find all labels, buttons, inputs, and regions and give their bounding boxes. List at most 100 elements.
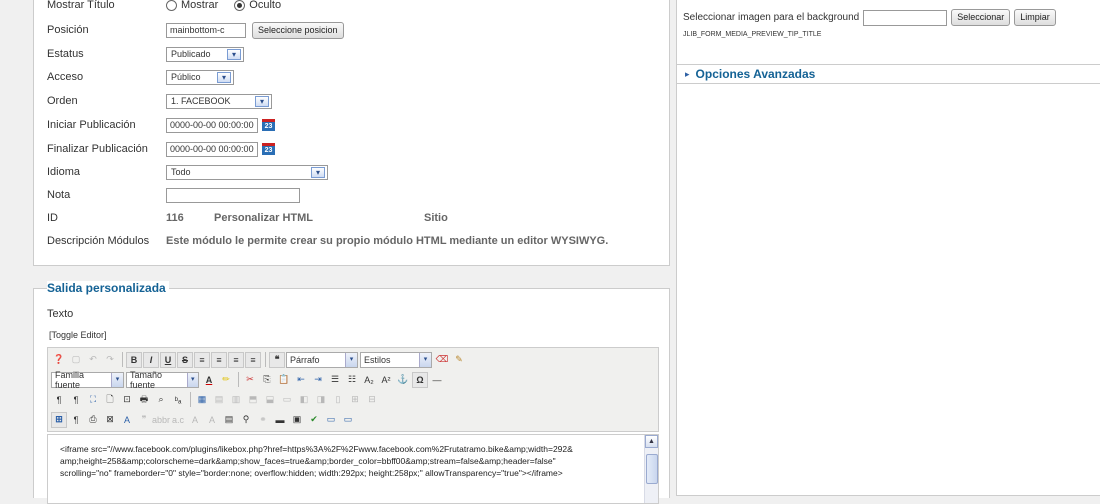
print-icon[interactable]: 🖶 — [136, 392, 152, 408]
publish-up-input[interactable]: 0000-00-00 00:00:00 — [166, 117, 258, 133]
subscript-icon[interactable]: A₂ — [361, 372, 377, 388]
styles-select[interactable]: Estilos ▾ — [360, 351, 432, 368]
nota-input[interactable] — [166, 187, 300, 203]
publish-down-input[interactable]: 0000-00-00 00:00:00 — [166, 141, 258, 157]
new-document-icon[interactable]: ▢ — [68, 352, 84, 368]
bullet-list-icon[interactable]: ☷ — [344, 372, 360, 388]
link-icon[interactable]: ⚭ — [255, 412, 271, 428]
background-input[interactable] — [863, 9, 948, 26]
align-right-icon[interactable]: ≡ — [228, 351, 244, 368]
insertion-icon[interactable]: A — [204, 412, 220, 428]
split-cells-icon[interactable]: ⊞ — [347, 392, 363, 408]
italic-icon[interactable]: I — [143, 351, 159, 368]
attributes-icon[interactable]: ▤ — [221, 412, 237, 428]
module-site: Sitio — [424, 212, 448, 224]
acronym-icon[interactable]: a.c — [170, 412, 186, 428]
copy-icon[interactable]: ⎘ — [259, 372, 275, 388]
replace-icon[interactable]: ᵇₐ — [170, 392, 186, 408]
idioma-select[interactable]: Todo ▾ — [166, 164, 328, 180]
align-center-icon[interactable]: ≡ — [211, 351, 227, 368]
calendar-icon[interactable]: 23 — [262, 119, 275, 131]
format-select[interactable]: Párrafo ▾ — [286, 351, 358, 368]
toolbar-row-1: ❓ ▢ ↶ ↷ B I U S ≡ ≡ ≡ ≡ ❝ Párrafo ▾ Estil… — [51, 350, 468, 369]
eraser-icon[interactable]: ⌫ — [434, 352, 450, 368]
cite-icon[interactable]: ❞ — [136, 412, 152, 428]
descripcion-label: Descripción Módulos — [47, 235, 150, 247]
underline-icon[interactable]: U — [160, 351, 176, 368]
module-description: Este módulo le permite crear su propio m… — [166, 235, 609, 247]
row-props-icon[interactable]: ▤ — [211, 392, 227, 408]
font-size-select[interactable]: Tamaño fuente ▾ — [126, 370, 199, 390]
anchor-icon[interactable]: ⚓ — [395, 372, 411, 388]
estatus-select[interactable]: Publicado ▾ — [166, 46, 244, 62]
abs-position-icon[interactable]: ⊠ — [102, 412, 118, 428]
rtl-icon[interactable]: ¶ — [68, 392, 84, 408]
pagebreak-icon[interactable]: ▭ — [323, 412, 339, 428]
editor-scrollbar[interactable]: ▲ — [644, 435, 658, 503]
scroll-up-icon[interactable]: ▲ — [645, 435, 658, 448]
abbreviation-icon[interactable]: abbr — [152, 412, 170, 428]
font-family-select[interactable]: Familia fuente ▾ — [51, 370, 124, 390]
acceso-select[interactable]: Público ▾ — [166, 69, 234, 85]
fullscreen-icon[interactable]: ⛶ — [85, 392, 101, 408]
merge-cells-icon[interactable]: ⊟ — [364, 392, 380, 408]
media-icon[interactable]: ▬ — [272, 412, 288, 428]
style-props-icon[interactable]: A — [119, 412, 135, 428]
row-after-icon[interactable]: ⬓ — [262, 392, 278, 408]
non-breaking-icon[interactable]: ⚲ — [238, 412, 254, 428]
toolbar-row-3: ¶ ¶ ⛶ 🗋 ⊡ 🖶 ⌕ ᵇₐ ▦ ▤ ▥ ⬒ ⬓ ▭ ◧ ◨ ▯ ⊞ ⊟ — [51, 390, 381, 409]
ltr-icon[interactable]: ¶ — [51, 392, 67, 408]
table-icon[interactable]: ▦ — [194, 392, 210, 408]
superscript-icon[interactable]: A² — [378, 372, 394, 388]
search-icon[interactable]: ⌕ — [153, 392, 169, 408]
outdent-icon[interactable]: ⇤ — [293, 372, 309, 388]
readmore-icon[interactable]: ▭ — [340, 412, 356, 428]
insert-layer-icon[interactable]: ⎙ — [85, 412, 101, 428]
cell-props-icon[interactable]: ▥ — [228, 392, 244, 408]
advanced-options-toggle[interactable]: ▸ Opciones Avanzadas — [677, 64, 1100, 84]
cleanup-broom-icon[interactable]: ✎ — [451, 352, 467, 368]
spellcheck-icon[interactable]: ✔ — [306, 412, 322, 428]
numbered-list-icon[interactable]: ☰ — [327, 372, 343, 388]
undo-icon[interactable]: ↶ — [85, 352, 101, 368]
orden-select[interactable]: 1. FACEBOOK ▾ — [166, 93, 272, 109]
horizontal-rule-icon[interactable]: — — [429, 372, 445, 388]
bold-icon[interactable]: B — [126, 351, 142, 368]
image-icon[interactable]: ▣ — [289, 412, 305, 428]
hide-title-radio[interactable] — [234, 0, 246, 11]
posicion-input[interactable]: mainbottom-c — [166, 22, 246, 38]
paste-icon[interactable]: 📋 — [276, 372, 292, 388]
delete-col-icon[interactable]: ▯ — [330, 392, 346, 408]
show-blocks-icon[interactable]: ¶ — [68, 412, 84, 428]
delete-row-icon[interactable]: ▭ — [279, 392, 295, 408]
toggle-editor-link[interactable]: [Toggle Editor] — [49, 330, 107, 340]
select-position-button[interactable]: Seleccione posicion — [252, 21, 344, 39]
select-image-button[interactable]: Seleccionar — [951, 9, 1011, 26]
scroll-thumb[interactable] — [646, 454, 658, 484]
chevron-down-icon: ▾ — [419, 352, 431, 367]
preview-icon[interactable]: 🗋 — [102, 392, 118, 408]
col-before-icon[interactable]: ◧ — [296, 392, 312, 408]
strikethrough-icon[interactable]: S — [177, 351, 193, 368]
visual-aid-icon[interactable]: ⊞ — [51, 411, 67, 428]
cut-icon[interactable]: ✂ — [242, 372, 258, 388]
special-char-icon[interactable]: Ω — [412, 371, 428, 388]
estatus-label: Estatus — [47, 48, 84, 60]
text-color-icon[interactable]: A — [201, 372, 217, 388]
clear-image-button[interactable]: Limpiar — [1014, 9, 1056, 26]
indent-icon[interactable]: ⇥ — [310, 372, 326, 388]
calendar-icon[interactable]: 23 — [262, 143, 275, 155]
col-after-icon[interactable]: ◨ — [313, 392, 329, 408]
highlight-color-icon[interactable]: ✏ — [218, 372, 234, 388]
editor-content-line: scrolling="no" frameborder="0" style="bo… — [60, 468, 563, 478]
help-icon[interactable]: ❓ — [51, 352, 67, 368]
row-before-icon[interactable]: ⬒ — [245, 392, 261, 408]
deletion-icon[interactable]: A — [187, 412, 203, 428]
page-left-margin — [0, 0, 16, 494]
template-icon[interactable]: ⊡ — [119, 392, 135, 408]
show-title-radio[interactable] — [166, 0, 177, 11]
align-justify-icon[interactable]: ≡ — [245, 351, 261, 368]
blockquote-icon[interactable]: ❝ — [269, 351, 285, 368]
redo-icon[interactable]: ↷ — [102, 352, 118, 368]
align-left-icon[interactable]: ≡ — [194, 351, 210, 368]
